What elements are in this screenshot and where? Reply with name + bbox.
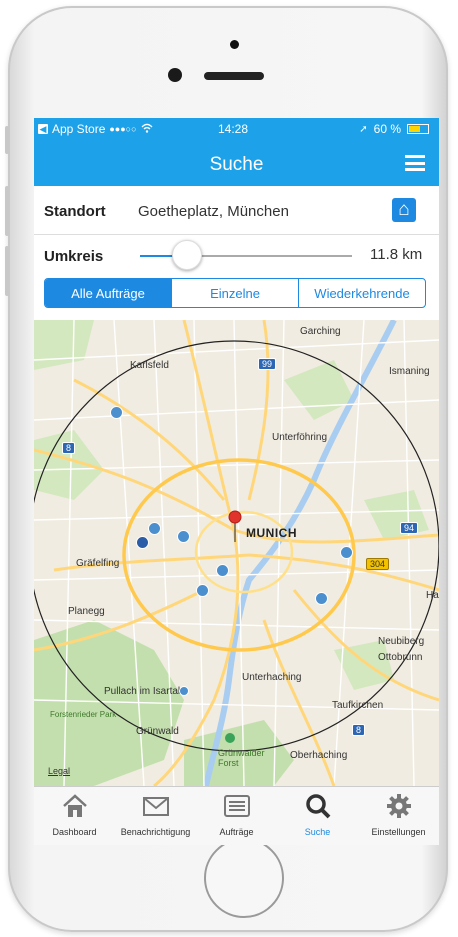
- park-poi-icon: [225, 733, 235, 743]
- proximity-sensor: [230, 40, 239, 49]
- back-app-label[interactable]: App Store: [52, 122, 105, 136]
- map-label-pullach: Pullach im Isartal: [104, 686, 181, 697]
- tab-settings[interactable]: Einstellungen: [358, 787, 439, 845]
- job-marker[interactable]: [315, 592, 328, 605]
- job-marker[interactable]: [136, 536, 149, 549]
- house-icon: [62, 794, 87, 817]
- road-shield-304: 304: [366, 558, 390, 570]
- map-label-graefelfing: Gräfelfing: [76, 558, 120, 569]
- envelope-icon: [142, 797, 169, 816]
- map-label-taufkirchen: Taufkirchen: [332, 700, 384, 711]
- road-shield-99: 99: [258, 358, 277, 370]
- signal-icon: ●●●○○: [109, 124, 137, 134]
- tab-label: Dashboard: [52, 827, 97, 837]
- home-button[interactable]: [204, 838, 284, 918]
- segment-all-jobs[interactable]: Alle Aufträge: [45, 279, 172, 307]
- nav-bar: Suche: [34, 140, 439, 186]
- tab-label: Benachrichtigung: [120, 827, 191, 837]
- status-bar: ◀ App Store ●●●○○ 14:28 ➚ 60 %: [34, 118, 439, 140]
- segment-recurring[interactable]: Wiederkehrende: [299, 279, 425, 307]
- map-label-planegg: Planegg: [68, 606, 105, 617]
- tab-label: Aufträge: [219, 827, 254, 837]
- map-label-ottobrunn: Ottobrunn: [378, 652, 423, 663]
- tab-jobs[interactable]: Aufträge: [196, 787, 277, 845]
- search-icon: [305, 794, 330, 819]
- road-shield-8: 8: [62, 442, 76, 454]
- segment-single[interactable]: Einzelne: [172, 279, 299, 307]
- tab-label: Suche: [304, 827, 331, 837]
- location-arrow-icon: ➚: [359, 123, 368, 135]
- job-marker[interactable]: [177, 530, 190, 543]
- radius-value: 11.8 km: [370, 246, 423, 263]
- back-arrow-icon[interactable]: ◀: [38, 124, 48, 134]
- map-label-garching: Garching: [300, 326, 341, 337]
- map-label-forstenrieder-park: Forstenrieder Park: [50, 710, 117, 719]
- job-marker[interactable]: [340, 546, 353, 559]
- page-title: Suche: [209, 154, 264, 175]
- divider: [34, 234, 439, 235]
- volume-down-button: [5, 246, 9, 296]
- location-value[interactable]: Goetheplatz, München: [138, 203, 289, 220]
- legal-link[interactable]: Legal: [48, 766, 70, 776]
- map-label-ismaning: Ismaning: [389, 366, 430, 377]
- job-marker[interactable]: [110, 406, 123, 419]
- map-label-neubiberg: Neubiberg: [378, 636, 425, 647]
- location-label: Standort: [44, 203, 106, 220]
- map-label-oberhaching: Oberhaching: [290, 750, 348, 761]
- map-label-unterfoehring: Unterföhring: [272, 432, 328, 443]
- road-shield-8-south: 8: [352, 724, 366, 736]
- job-marker[interactable]: [179, 686, 189, 696]
- job-marker[interactable]: [196, 584, 209, 597]
- battery-icon: [407, 124, 429, 134]
- tab-dashboard[interactable]: Dashboard: [34, 787, 115, 845]
- tab-label: Einstellungen: [371, 827, 426, 837]
- location-pin-icon: [228, 510, 242, 542]
- map-label-karlsfeld: Karlsfeld: [130, 360, 169, 371]
- map-label-gruenwald: Grünwald: [136, 726, 179, 737]
- map-label-unterhaching: Unterhaching: [242, 672, 302, 683]
- mute-switch: [5, 126, 9, 154]
- tab-bar: Dashboard Benachrichtigung Aufträge Such…: [34, 786, 439, 845]
- home-icon[interactable]: [392, 198, 416, 222]
- app-screen: ◀ App Store ●●●○○ 14:28 ➚ 60 % Suche Sta…: [34, 118, 439, 845]
- map-view[interactable]: Garching Karlsfeld Ismaning Unterföhring…: [34, 320, 439, 786]
- wifi-icon: [141, 122, 153, 136]
- battery-percent: 60 %: [373, 122, 401, 136]
- job-marker[interactable]: [148, 522, 161, 535]
- map-label-gruenwalder-forst: Grünwalder Forst: [218, 748, 265, 768]
- list-icon[interactable]: [405, 155, 425, 171]
- road-shield-94: 94: [400, 522, 419, 534]
- volume-up-button: [5, 186, 9, 236]
- radius-label: Umkreis: [44, 248, 104, 265]
- earpiece-speaker: [204, 72, 264, 80]
- front-camera: [168, 68, 182, 82]
- map-label-ha: Ha: [426, 590, 439, 601]
- job-filter-segmented-control: Alle Aufträge Einzelne Wiederkehrende: [44, 278, 426, 308]
- radius-slider-thumb[interactable]: [171, 240, 202, 270]
- tab-search[interactable]: Suche: [277, 787, 358, 845]
- gear-icon: [386, 794, 411, 818]
- tab-notifications[interactable]: Benachrichtigung: [115, 787, 196, 845]
- map-city-label: MUNICH: [246, 526, 297, 540]
- status-time: 14:28: [218, 122, 249, 136]
- list-icon: [223, 795, 250, 817]
- job-marker[interactable]: [216, 564, 229, 577]
